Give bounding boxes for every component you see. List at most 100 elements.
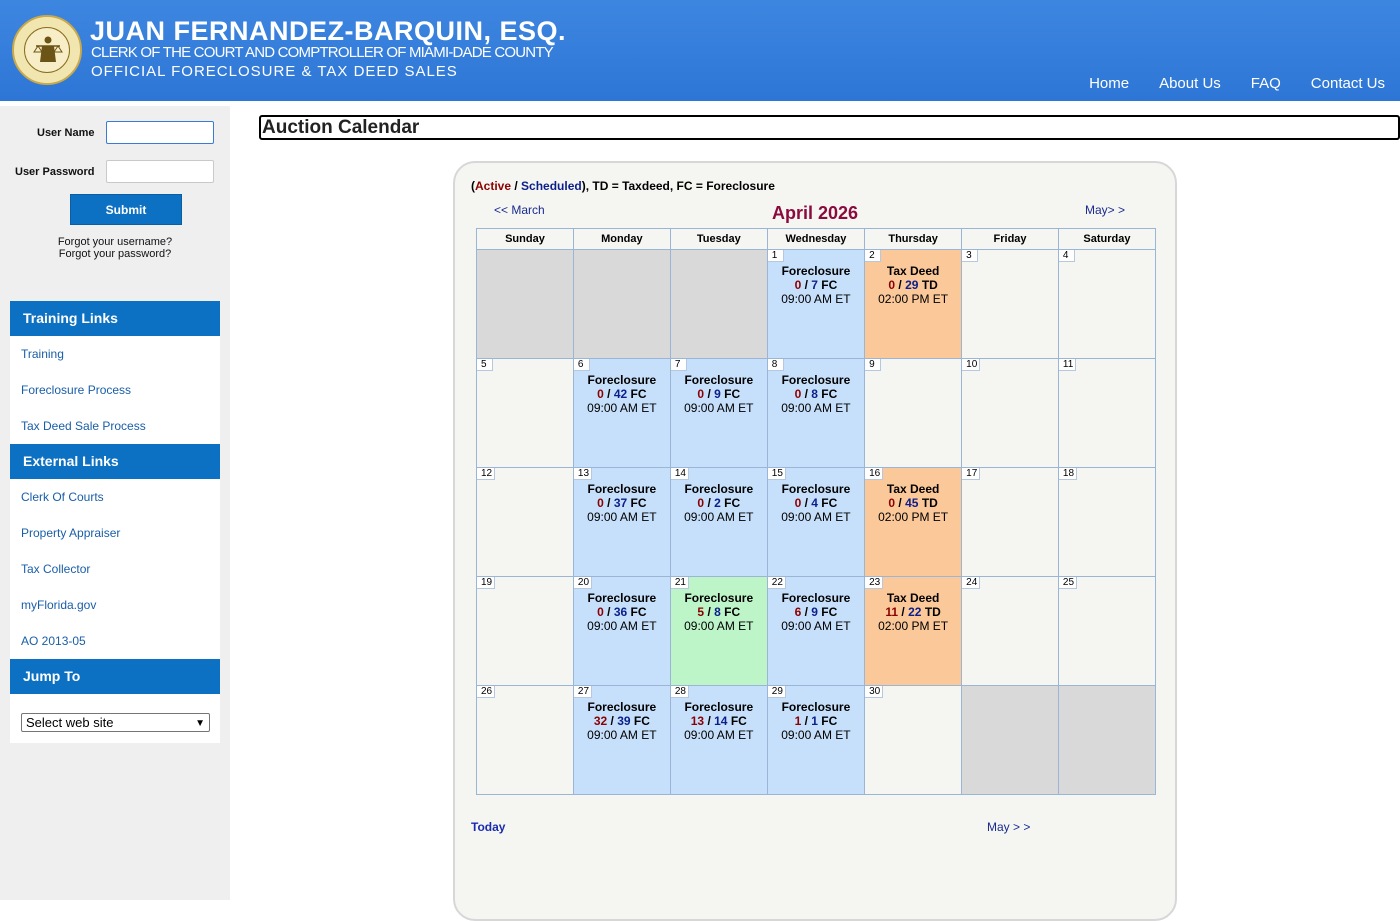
link-tax-deed-sale-process[interactable]: Tax Deed Sale Process xyxy=(10,408,220,444)
scheduled-count: 42 xyxy=(613,387,628,401)
calendar-day-cell: 5 xyxy=(476,358,574,468)
link-property-appraiser[interactable]: Property Appraiser xyxy=(10,515,220,551)
link-myflorida[interactable]: myFlorida.gov xyxy=(10,587,220,623)
calendar-day-cell xyxy=(476,249,574,359)
username-input[interactable] xyxy=(106,121,214,144)
auction-event[interactable]: Foreclosure 0 / 7 FC 09:00 AM ET xyxy=(768,264,864,306)
auction-time: 09:00 AM ET xyxy=(781,510,851,524)
count-separator: / xyxy=(704,496,715,510)
auction-type: Foreclosure xyxy=(684,700,754,714)
page-title: Auction Calendar xyxy=(259,115,1400,140)
auction-event[interactable]: Foreclosure 1 / 1 FC 09:00 AM ET xyxy=(768,700,864,742)
day-number: 25 xyxy=(1058,577,1078,589)
calendar-day-cell[interactable]: 27 Foreclosure 32 / 39 FC 09:00 AM ET xyxy=(572,685,671,795)
auction-event[interactable]: Tax Deed 0 / 45 TD 02:00 PM ET xyxy=(865,482,961,524)
nav-contact-us[interactable]: Contact Us xyxy=(1311,75,1385,92)
password-label: User Password xyxy=(15,166,95,178)
auction-kind: FC xyxy=(724,387,741,401)
calendar-day-cell[interactable]: 6 Foreclosure 0 / 42 FC 09:00 AM ET xyxy=(572,358,671,468)
auction-counts: 1 / 1 FC xyxy=(768,714,864,728)
jump-to-heading: Jump To xyxy=(10,659,220,694)
auction-kind: FC xyxy=(730,714,747,728)
scheduled-count: 8 xyxy=(714,605,721,619)
active-count: 0 xyxy=(597,496,604,510)
bottom-next-month-link[interactable]: May > > xyxy=(987,820,1030,834)
auction-event[interactable]: Foreclosure 13 / 14 FC 09:00 AM ET xyxy=(671,700,767,742)
forgot-username-link[interactable]: Forgot your username? xyxy=(0,236,230,248)
auction-event[interactable]: Foreclosure 0 / 42 FC 09:00 AM ET xyxy=(574,373,670,415)
auction-kind: FC xyxy=(821,605,838,619)
auction-counts: 13 / 14 FC xyxy=(671,714,767,728)
count-separator: / xyxy=(603,605,614,619)
legend-rest: ), TD = Taxdeed, FC = Foreclosure xyxy=(581,179,775,193)
jump-to-selected: Select web site xyxy=(26,715,114,730)
calendar-day-cell[interactable]: 1 Foreclosure 0 / 7 FC 09:00 AM ET xyxy=(766,249,866,359)
count-separator: / xyxy=(801,496,812,510)
day-number: 16 xyxy=(865,468,884,480)
day-number: 6 xyxy=(573,359,590,371)
calendar-day-cell[interactable]: 8 Foreclosure 0 / 8 FC 09:00 AM ET xyxy=(766,358,866,468)
link-foreclosure-process[interactable]: Foreclosure Process xyxy=(10,372,220,408)
jump-to-panel: Jump To Select web site ▼ xyxy=(10,659,220,743)
site-subtitle: OFFICIAL FORECLOSURE & TAX DEED SALES xyxy=(91,63,458,80)
calendar-day-cell[interactable]: 7 Foreclosure 0 / 9 FC 09:00 AM ET xyxy=(669,358,768,468)
day-number: 4 xyxy=(1058,250,1075,262)
auction-event[interactable]: Foreclosure 0 / 4 FC 09:00 AM ET xyxy=(768,482,864,524)
calendar-day-cell: 18 xyxy=(1057,467,1157,577)
auction-event[interactable]: Foreclosure 0 / 37 FC 09:00 AM ET xyxy=(574,482,670,524)
calendar-day-cell[interactable]: 13 Foreclosure 0 / 37 FC 09:00 AM ET xyxy=(572,467,671,577)
auction-counts: 0 / 36 FC xyxy=(574,605,670,619)
link-clerk-of-courts[interactable]: Clerk Of Courts xyxy=(10,479,220,515)
auction-event[interactable]: Tax Deed 11 / 22 TD 02:00 PM ET xyxy=(865,591,961,633)
link-tax-collector[interactable]: Tax Collector xyxy=(10,551,220,587)
scheduled-count: 8 xyxy=(811,387,818,401)
auction-event[interactable]: Foreclosure 0 / 36 FC 09:00 AM ET xyxy=(574,591,670,633)
auction-time: 09:00 AM ET xyxy=(781,728,851,742)
calendar-week-row: 12 13 Foreclosure 0 / 37 FC 09:00 AM ET 14 For… xyxy=(476,467,1157,577)
auction-event[interactable]: Foreclosure 6 / 9 FC 09:00 AM ET xyxy=(768,591,864,633)
jump-to-select[interactable]: Select web site ▼ xyxy=(21,713,210,732)
calendar-day-cell[interactable]: 2 Tax Deed 0 / 29 TD 02:00 PM ET xyxy=(864,249,963,359)
password-input[interactable] xyxy=(106,160,214,183)
forgot-password-link[interactable]: Forgot your password? xyxy=(0,248,230,260)
auction-counts: 6 / 9 FC xyxy=(768,605,864,619)
link-ao-2013-05[interactable]: AO 2013-05 xyxy=(10,623,220,659)
day-number: 14 xyxy=(670,468,689,480)
nav-home[interactable]: Home xyxy=(1089,75,1129,92)
auction-event[interactable]: Foreclosure 0 / 2 FC 09:00 AM ET xyxy=(671,482,767,524)
calendar-day-cell[interactable]: 14 Foreclosure 0 / 2 FC 09:00 AM ET xyxy=(669,467,768,577)
calendar-day-cell[interactable]: 21 Foreclosure 5 / 8 FC 09:00 AM ET xyxy=(669,576,768,686)
active-count: 0 xyxy=(597,605,604,619)
auction-event[interactable]: Foreclosure 0 / 9 FC 09:00 AM ET xyxy=(671,373,767,415)
auction-event[interactable]: Foreclosure 0 / 8 FC 09:00 AM ET xyxy=(768,373,864,415)
nav-about-us[interactable]: About Us xyxy=(1159,75,1221,92)
auction-event[interactable]: Foreclosure 32 / 39 FC 09:00 AM ET xyxy=(574,700,670,742)
calendar-day-cell[interactable]: 28 Foreclosure 13 / 14 FC 09:00 AM ET xyxy=(669,685,768,795)
calendar-day-cell[interactable]: 20 Foreclosure 0 / 36 FC 09:00 AM ET xyxy=(572,576,671,686)
scheduled-count: 7 xyxy=(811,278,818,292)
auction-kind: TD xyxy=(924,605,941,619)
clerk-seal-logo[interactable] xyxy=(12,15,82,85)
auction-type: Foreclosure xyxy=(587,482,657,496)
auction-event[interactable]: Foreclosure 5 / 8 FC 09:00 AM ET xyxy=(671,591,767,633)
auction-type: Tax Deed xyxy=(886,264,940,278)
day-number: 20 xyxy=(573,577,593,589)
calendar-day-cell[interactable]: 15 Foreclosure 0 / 4 FC 09:00 AM ET xyxy=(766,467,866,577)
today-link[interactable]: Today xyxy=(471,820,505,834)
auction-type: Foreclosure xyxy=(781,482,851,496)
calendar-day-cell[interactable]: 23 Tax Deed 11 / 22 TD 02:00 PM ET xyxy=(864,576,963,686)
chevron-down-icon: ▼ xyxy=(195,718,205,729)
left-sidebar: User Name User Password Submit Forgot yo… xyxy=(0,106,230,900)
day-number: 23 xyxy=(865,577,884,589)
next-month-link[interactable]: May> > xyxy=(1085,203,1125,217)
submit-button[interactable]: Submit xyxy=(70,194,182,225)
auction-time: 09:00 AM ET xyxy=(781,401,851,415)
link-training[interactable]: Training xyxy=(10,336,220,372)
nav-faq[interactable]: FAQ xyxy=(1251,75,1281,92)
calendar-day-cell[interactable]: 22 Foreclosure 6 / 9 FC 09:00 AM ET xyxy=(766,576,866,686)
calendar-grid: Sunday Monday Tuesday Wednesday Thursday… xyxy=(476,228,1157,795)
day-number: 13 xyxy=(573,468,593,480)
calendar-day-cell[interactable]: 29 Foreclosure 1 / 1 FC 09:00 AM ET xyxy=(766,685,866,795)
calendar-day-cell[interactable]: 16 Tax Deed 0 / 45 TD 02:00 PM ET xyxy=(864,467,963,577)
auction-event[interactable]: Tax Deed 0 / 29 TD 02:00 PM ET xyxy=(865,264,961,306)
